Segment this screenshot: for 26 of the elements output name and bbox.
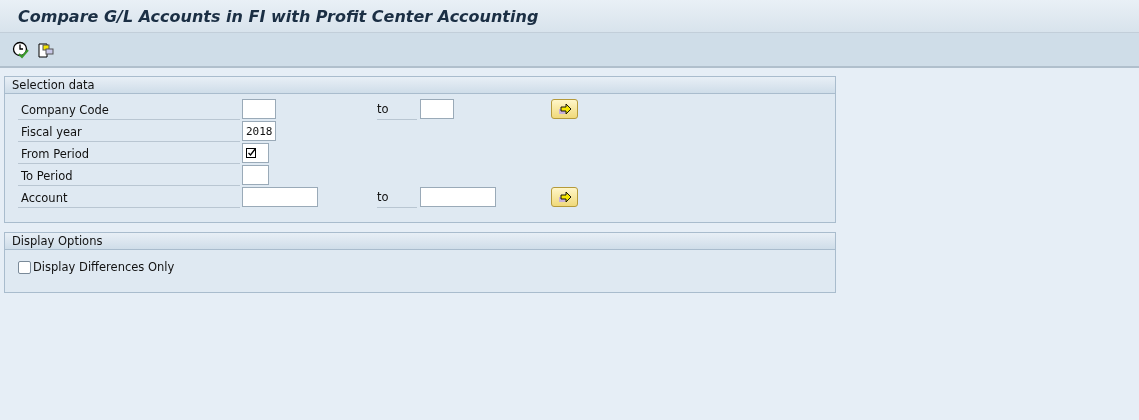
field-label: Company Code	[18, 98, 240, 120]
checkbox-label: Display Differences Only	[33, 260, 175, 274]
input-field[interactable]	[242, 99, 276, 119]
input-field[interactable]	[420, 187, 496, 207]
group-title: Selection data	[12, 78, 95, 92]
required-check-icon	[246, 147, 257, 159]
window-title: Compare G/L Accounts in FI with Profit Center Accounting	[18, 6, 539, 26]
field-label: Account	[18, 186, 240, 208]
input-field[interactable]	[242, 165, 269, 185]
group-title: Display Options	[12, 234, 103, 248]
clock-check-icon[interactable]	[12, 40, 30, 59]
input-field[interactable]	[420, 99, 454, 119]
field-label: Fiscal year	[18, 120, 240, 142]
field-label: To Period	[18, 164, 240, 186]
arrow-right-icon	[557, 103, 572, 115]
checkbox[interactable]	[18, 260, 31, 274]
to-label: to	[377, 186, 417, 208]
input-field[interactable]	[242, 143, 269, 163]
multiple-selection-button[interactable]	[551, 187, 578, 207]
field-label: From Period	[18, 142, 240, 164]
arrow-right-icon	[557, 191, 572, 203]
input-field[interactable]: 2018	[242, 121, 276, 141]
multiple-selection-button[interactable]	[551, 99, 578, 119]
documents-icon[interactable]	[37, 40, 55, 59]
input-field[interactable]	[242, 187, 318, 207]
to-label: to	[377, 98, 417, 120]
